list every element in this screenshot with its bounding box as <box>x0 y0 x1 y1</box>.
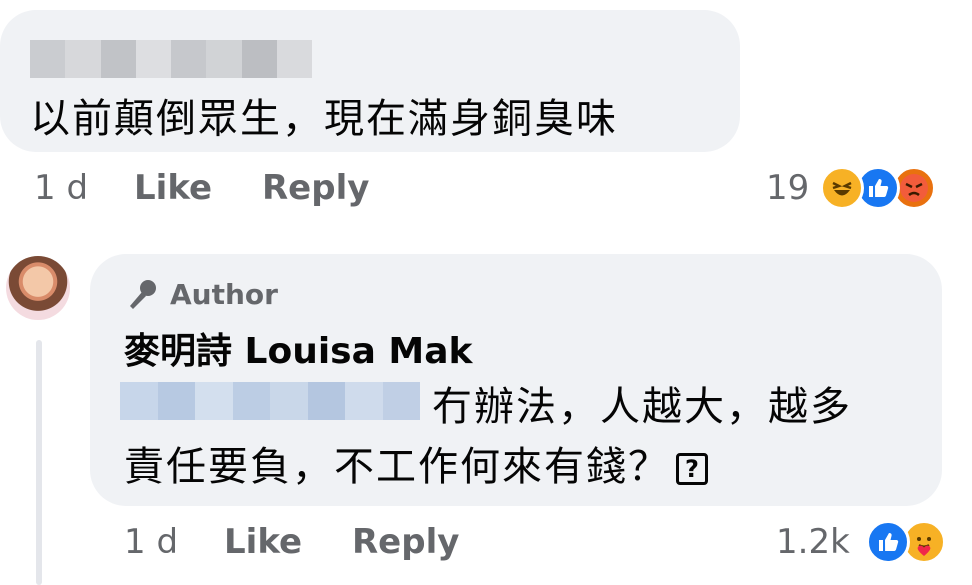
like-icon[interactable] <box>866 520 910 564</box>
comment-timestamp[interactable]: 1 d <box>34 168 88 208</box>
reply-text-line1: 冇辦法，人越大，越多 <box>432 384 852 430</box>
reaction-count[interactable]: 19 <box>766 168 809 208</box>
author-name[interactable]: 麥明詩 Louisa Mak <box>124 322 473 374</box>
like-button[interactable]: Like <box>224 522 302 562</box>
blurred-mention[interactable] <box>120 382 420 420</box>
reply-button[interactable]: Reply <box>262 168 369 208</box>
microphone-icon <box>130 280 156 309</box>
reply-text-line2: 責任要負，不工作何來有錢？? <box>124 434 708 492</box>
comment-text: 以前顛倒眾生，現在滿身銅臭味 <box>30 96 618 142</box>
blurred-commenter-name[interactable] <box>30 40 312 78</box>
reply-button[interactable]: Reply <box>352 522 459 562</box>
author-badge-label: Author <box>170 277 278 311</box>
reply-timestamp[interactable]: 1 d <box>124 522 178 562</box>
reaction-count[interactable]: 1.2k <box>776 522 850 562</box>
avatar[interactable] <box>6 256 70 320</box>
question-mark-box: ? <box>676 453 708 485</box>
thread-line <box>36 340 42 585</box>
author-badge: Author <box>124 276 278 312</box>
like-button[interactable]: Like <box>134 168 212 208</box>
haha-icon[interactable] <box>820 166 864 210</box>
